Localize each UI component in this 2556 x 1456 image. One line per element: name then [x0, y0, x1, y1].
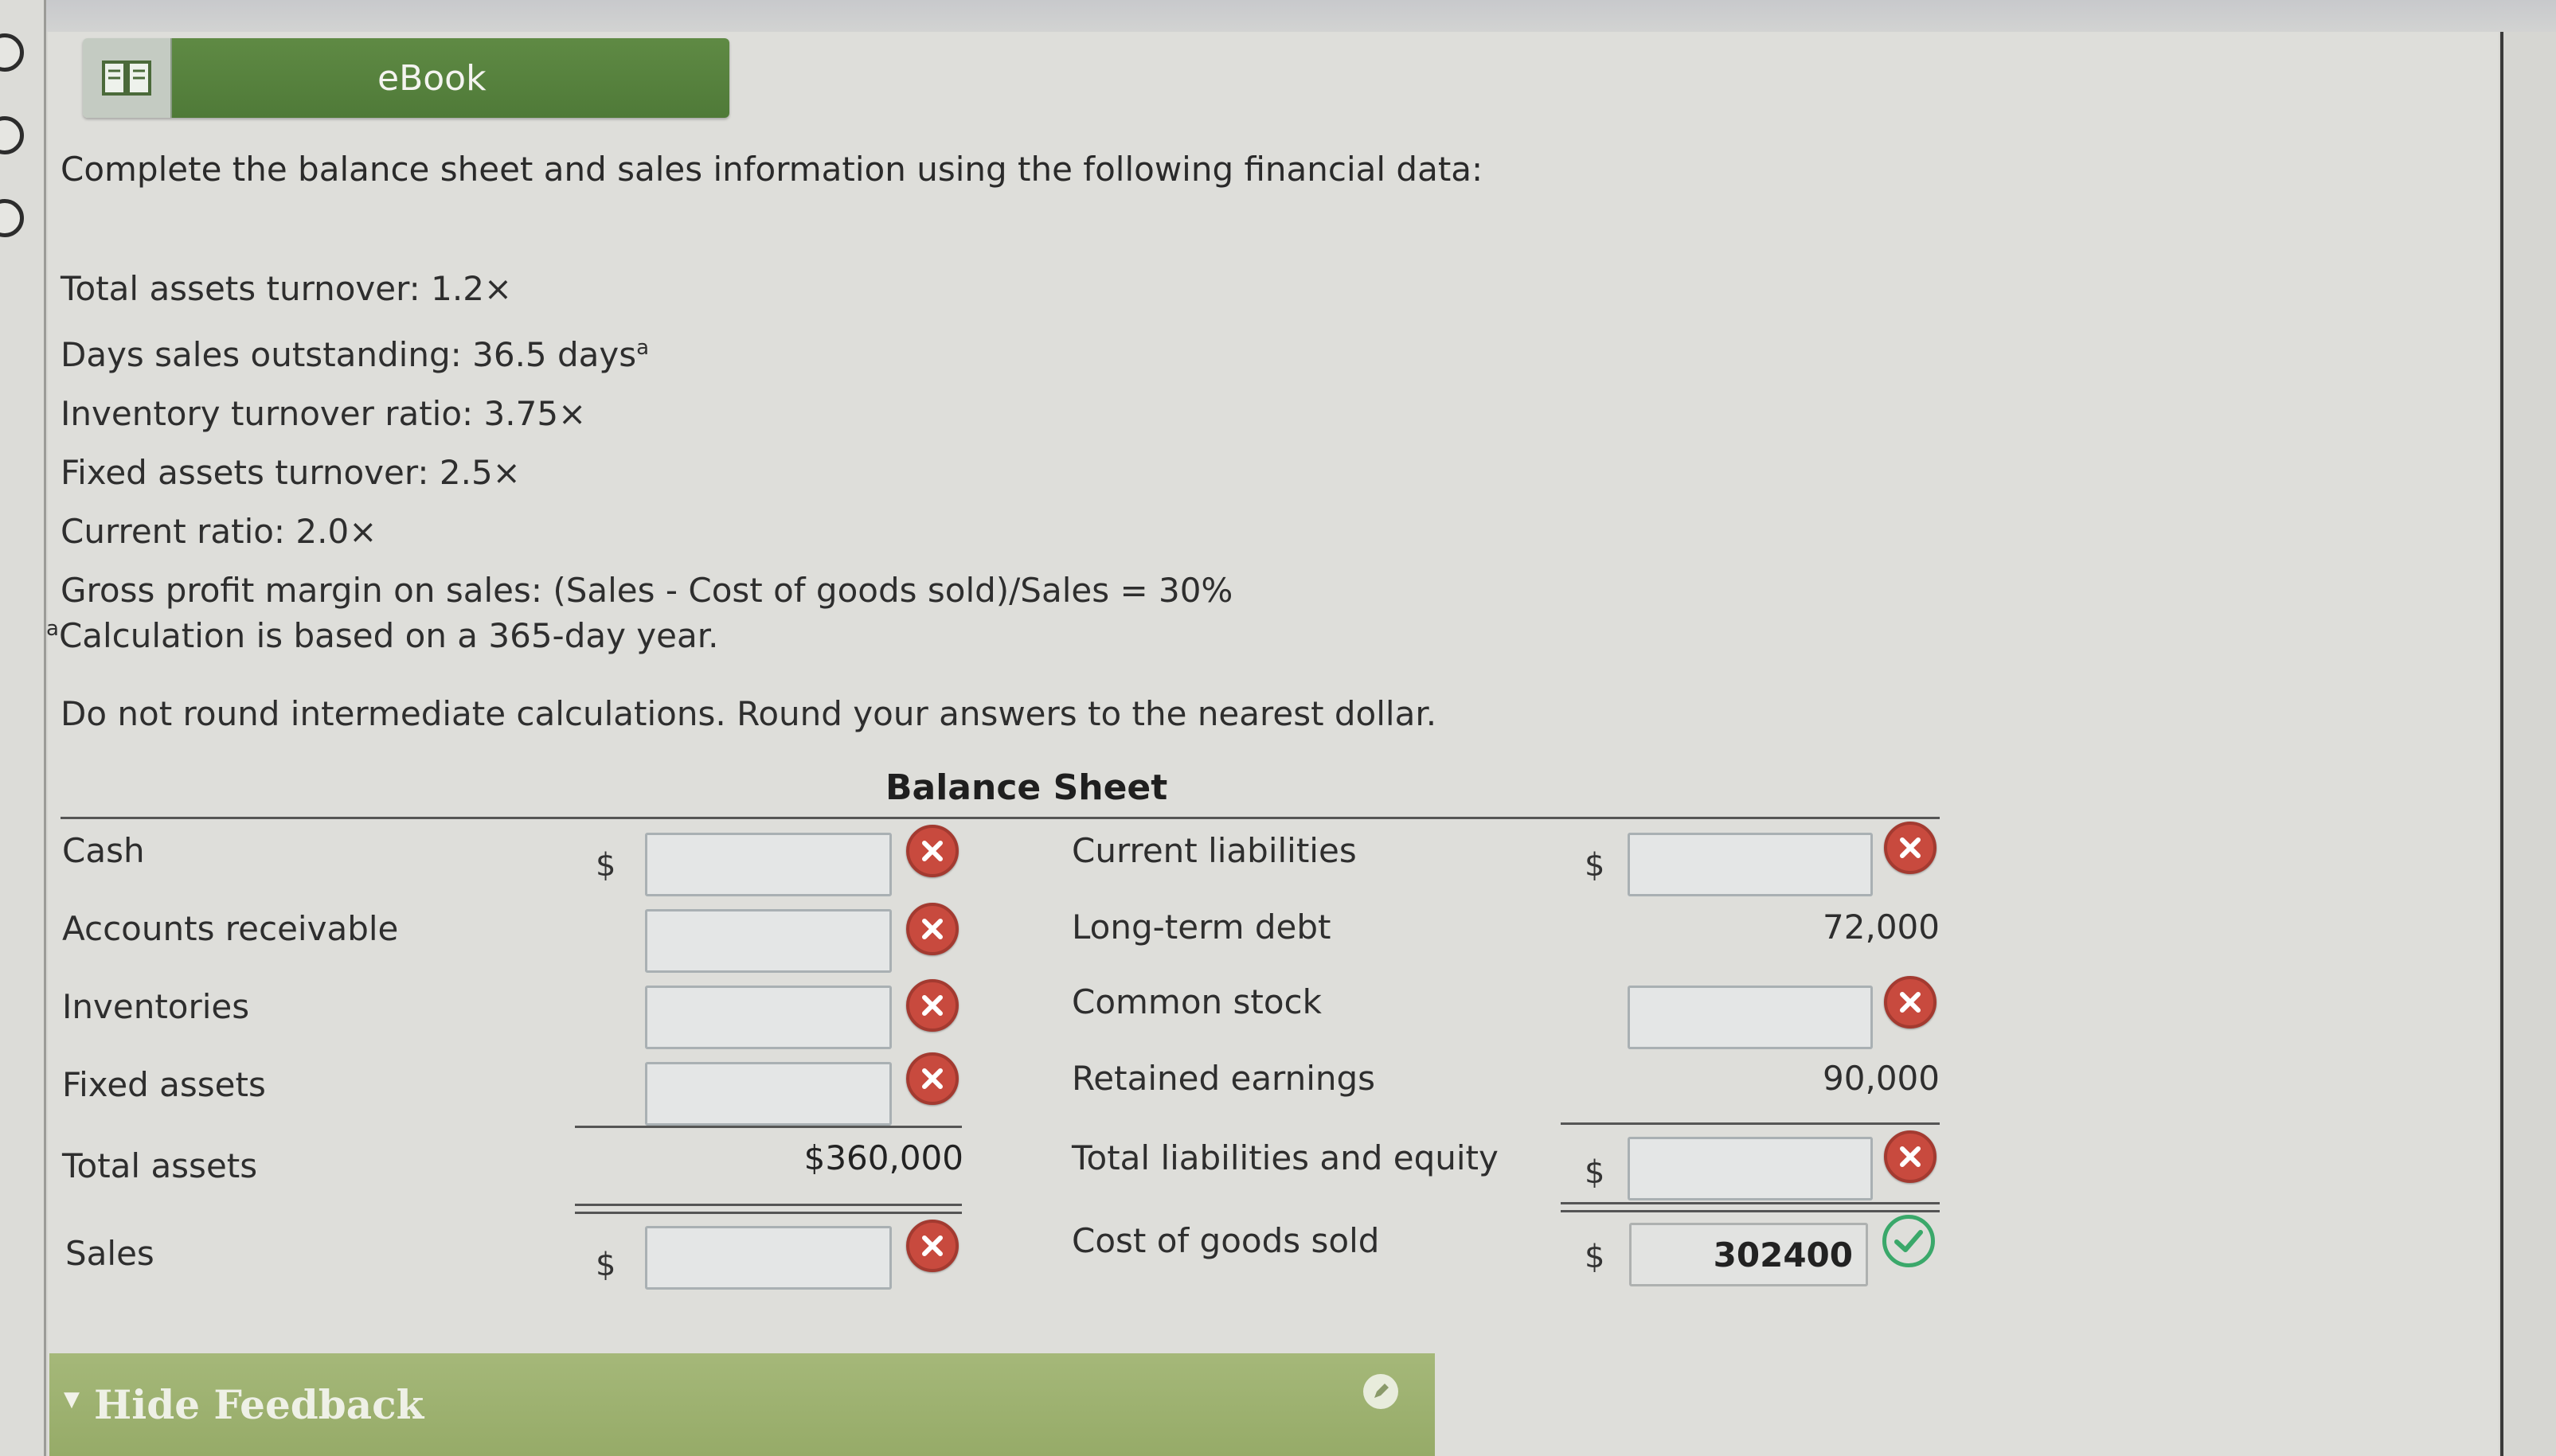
ebook-label: eBook	[172, 38, 729, 118]
long-term-debt-value: 72,000	[1823, 908, 1940, 947]
question-nav-dot[interactable]	[0, 199, 24, 237]
retained-earnings-value: 90,000	[1823, 1059, 1940, 1098]
correct-check-icon	[1882, 1215, 1935, 1267]
total-liabilities-equity-input[interactable]	[1628, 1137, 1873, 1200]
incorrect-x-icon	[1884, 1130, 1937, 1183]
ebook-icon	[83, 38, 172, 118]
current-liabilities-input[interactable]	[1628, 833, 1873, 896]
total-double-rule	[1561, 1210, 1940, 1212]
currency-symbol: $	[596, 847, 616, 884]
cost-of-goods-sold-input[interactable]: 302400	[1629, 1223, 1868, 1286]
ebook-button[interactable]: eBook	[83, 38, 729, 118]
currency-symbol: $	[1585, 847, 1605, 884]
screen: eBook Complete the balance sheet and sal…	[0, 0, 2556, 1456]
label-cash: Cash	[62, 831, 145, 870]
total-double-rule	[575, 1204, 962, 1206]
total-double-rule	[575, 1212, 962, 1214]
currency-symbol: $	[1585, 1239, 1605, 1275]
label-retained-earnings: Retained earnings	[1072, 1059, 1376, 1098]
given-data-list: Total assets turnover: 1.2× Days sales o…	[61, 260, 1233, 620]
accounts-receivable-input[interactable]	[645, 909, 892, 973]
label-long-term-debt: Long-term debt	[1072, 908, 1331, 947]
given-days-sales-outstanding: Days sales outstanding: 36.5 daysa	[61, 335, 650, 374]
incorrect-x-icon	[906, 1220, 959, 1272]
incorrect-x-icon	[906, 903, 959, 955]
footnote-marker: a	[636, 336, 650, 360]
fixed-assets-input[interactable]	[645, 1062, 892, 1126]
label-fixed-assets: Fixed assets	[62, 1065, 266, 1104]
question-nav-rail	[0, 0, 46, 1456]
incorrect-x-icon	[906, 825, 959, 877]
incorrect-x-icon	[906, 1052, 959, 1105]
given-current-ratio: Current ratio: 2.0×	[61, 512, 377, 551]
total-double-rule	[1561, 1202, 1940, 1204]
inventories-input[interactable]	[645, 986, 892, 1049]
label-inventories: Inventories	[62, 987, 250, 1026]
question-nav-dot[interactable]	[0, 33, 24, 72]
label-total-liabilities-equity: Total liabilities and equity	[1072, 1138, 1499, 1177]
label-sales: Sales	[65, 1234, 154, 1273]
label-current-liabilities: Current liabilities	[1072, 831, 1357, 870]
question-nav-dot[interactable]	[0, 116, 24, 154]
label-accounts-receivable: Accounts receivable	[62, 909, 399, 948]
balance-sheet-top-rule	[61, 817, 1940, 819]
label-total-assets: Total assets	[62, 1146, 258, 1185]
given-gross-profit-margin: Gross profit margin on sales: (Sales - C…	[61, 571, 1233, 610]
currency-symbol: $	[596, 1247, 616, 1283]
common-stock-input[interactable]	[1628, 986, 1873, 1049]
subtotal-rule	[575, 1126, 962, 1128]
balance-sheet-title: Balance Sheet	[885, 767, 1168, 808]
question-prompt: Complete the balance sheet and sales inf…	[61, 150, 1483, 189]
hide-feedback-label: Hide Feedback	[94, 1381, 424, 1428]
hide-feedback-bar[interactable]: ▼ Hide Feedback	[49, 1353, 1435, 1456]
label-cost-of-goods-sold: Cost of goods sold	[1072, 1221, 1380, 1260]
incorrect-x-icon	[1884, 976, 1937, 1029]
footnote: aCalculation is based on a 365-day year.	[46, 616, 719, 655]
total-assets-value: $360,000	[803, 1138, 963, 1177]
cash-input[interactable]	[645, 833, 892, 896]
panel-edge	[2500, 32, 2503, 1456]
collapse-arrow-icon: ▼	[64, 1387, 80, 1411]
given-total-assets-turnover: Total assets turnover: 1.2×	[61, 269, 513, 308]
browser-top-strip	[0, 0, 2556, 32]
label-common-stock: Common stock	[1072, 982, 1322, 1021]
incorrect-x-icon	[906, 979, 959, 1032]
sales-input[interactable]	[645, 1226, 892, 1290]
given-fixed-assets-turnover: Fixed assets turnover: 2.5×	[61, 453, 521, 492]
given-inventory-turnover: Inventory turnover ratio: 3.75×	[61, 394, 587, 433]
subtotal-rule	[1561, 1122, 1940, 1125]
pencil-icon[interactable]	[1363, 1374, 1398, 1409]
currency-symbol: $	[1585, 1154, 1605, 1191]
incorrect-x-icon	[1884, 822, 1937, 874]
rounding-instructions: Do not round intermediate calculations. …	[61, 694, 1437, 733]
